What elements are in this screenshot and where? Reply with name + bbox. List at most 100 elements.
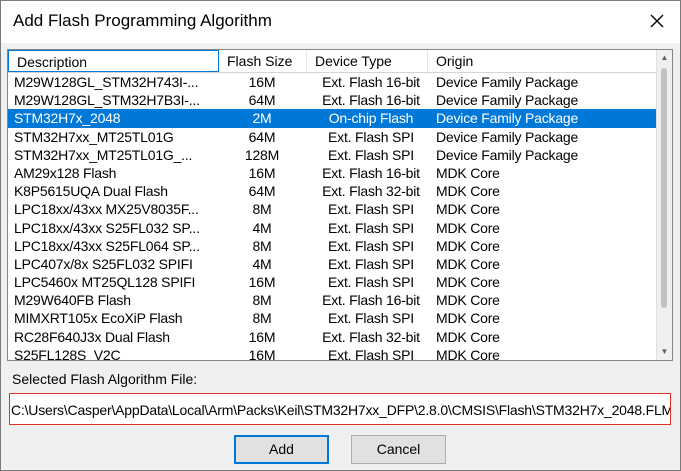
- scroll-down-icon[interactable]: ▼: [657, 344, 672, 360]
- dialog-window: Add Flash Programming Algorithm Descript…: [0, 0, 681, 471]
- cell-flash-size: 64M: [248, 183, 276, 200]
- cell-description: M29W128GL_STM32H7B3I-...: [14, 92, 200, 109]
- cell-flash-size: 16M: [248, 274, 276, 291]
- cell-flash-size: 8M: [252, 201, 272, 218]
- table-row[interactable]: MIMXRT105x EcoXiP Flash 8M Ext. Flash SPI M…: [8, 309, 656, 327]
- scroll-thumb[interactable]: [661, 68, 667, 308]
- cell-origin: MDK Core: [436, 164, 500, 181]
- cell-description: STM32H7x_2048: [14, 110, 121, 127]
- cell-flash-size: 2M: [252, 110, 272, 127]
- cell-device-type: Ext. Flash SPI: [328, 128, 414, 145]
- cell-description: M29W128GL_STM32H743I-...: [14, 74, 199, 90]
- scroll-up-icon[interactable]: ▲: [657, 50, 672, 66]
- cell-device-type: Ext. Flash 16-bit: [322, 92, 420, 109]
- cell-flash-size: 16M: [248, 74, 276, 90]
- cell-origin: MDK Core: [436, 292, 500, 309]
- table-row[interactable]: STM32H7x_2048 2M On-chip Flash Device Famil…: [8, 109, 656, 128]
- vertical-scrollbar[interactable]: ▲ ▼: [656, 50, 672, 360]
- cell-flash-size: 8M: [252, 237, 272, 254]
- cell-origin: Device Family Package: [436, 74, 579, 90]
- cell-flash-size: 16M: [248, 164, 276, 181]
- table-row[interactable]: LPC5460x MT25QL128 SPIFI 16M Ext. Flash SP…: [8, 273, 656, 291]
- cell-origin: MDK Core: [436, 219, 500, 236]
- cell-origin: MDK Core: [436, 255, 500, 272]
- cell-origin: MDK Core: [436, 310, 500, 327]
- cell-description: M29W640FB Flash: [14, 292, 131, 309]
- list-body: M29W128GL_STM32H743I-... 16M Ext. Flash 16…: [8, 73, 656, 360]
- cell-origin: MDK Core: [436, 346, 500, 360]
- cell-flash-size: 4M: [252, 219, 272, 236]
- table-row[interactable]: AM29x128 Flash 16M Ext. Flash 16-bit MDK Co…: [8, 164, 656, 182]
- cell-origin: MDK Core: [436, 201, 500, 218]
- table-row[interactable]: LPC18xx/43xx S25FL064 SP... 8M Ext. Flash …: [8, 237, 656, 255]
- cell-flash-size: 16M: [248, 328, 276, 345]
- table-row[interactable]: S25FL128S_V2C 16M Ext. Flash SPI MDK Core: [8, 346, 656, 360]
- cell-flash-size: 4M: [252, 255, 272, 272]
- cell-origin: Device Family Package: [436, 146, 579, 163]
- cell-origin: Device Family Package: [436, 128, 579, 145]
- close-button[interactable]: [646, 10, 668, 32]
- window-title: Add Flash Programming Algorithm: [13, 11, 272, 30]
- cell-flash-size: 16M: [248, 346, 276, 360]
- table-row[interactable]: M29W128GL_STM32H743I-... 16M Ext. Flash 16…: [8, 73, 656, 91]
- cell-device-type: Ext. Flash 16-bit: [322, 164, 420, 181]
- table-row[interactable]: K8P5615UQA Dual Flash 64M Ext. Flash 32-bi…: [8, 182, 656, 200]
- cell-description: LPC18xx/43xx MX25V8035F...: [14, 201, 199, 218]
- table-row[interactable]: M29W640FB Flash 8M Ext. Flash 16-bit MDK Co…: [8, 291, 656, 309]
- flash-algorithm-list[interactable]: Description Flash Size Device Type Origi…: [7, 49, 673, 361]
- cell-origin: MDK Core: [436, 237, 500, 254]
- cell-device-type: Ext. Flash SPI: [328, 219, 414, 236]
- cell-device-type: Ext. Flash 16-bit: [322, 74, 420, 90]
- column-header-description[interactable]: Description: [8, 50, 219, 72]
- cell-flash-size: 64M: [248, 128, 276, 145]
- selected-file-label: Selected Flash Algorithm File:: [12, 371, 198, 387]
- selected-file-field[interactable]: [9, 393, 671, 425]
- list-header: Description Flash Size Device Type Origi…: [8, 50, 656, 73]
- table-row[interactable]: LPC18xx/43xx S25FL032 SP... 4M Ext. Flash …: [8, 219, 656, 237]
- cell-origin: MDK Core: [436, 183, 500, 200]
- cell-description: AM29x128 Flash: [14, 164, 117, 181]
- cell-device-type: Ext. Flash SPI: [328, 346, 414, 360]
- add-button[interactable]: Add: [234, 435, 329, 464]
- cell-device-type: On-chip Flash: [328, 110, 414, 127]
- cell-description: K8P5615UQA Dual Flash: [14, 183, 168, 200]
- column-header-flash-size[interactable]: Flash Size: [219, 50, 307, 72]
- cell-description: LPC5460x MT25QL128 SPIFI: [14, 274, 196, 291]
- title-bar: Add Flash Programming Algorithm: [1, 1, 680, 43]
- cell-description: S25FL128S_V2C: [14, 346, 121, 360]
- cell-description: LPC407x/8x S25FL032 SPIFI: [14, 255, 193, 272]
- selected-file-input[interactable]: [11, 400, 670, 420]
- table-row[interactable]: STM32H7xx_MT25TL01G_... 128M Ext. Flash SP…: [8, 146, 656, 164]
- table-row[interactable]: LPC18xx/43xx MX25V8035F... 8M Ext. Flash S…: [8, 200, 656, 218]
- cell-description: LPC18xx/43xx S25FL032 SP...: [14, 219, 200, 236]
- cell-origin: MDK Core: [436, 274, 500, 291]
- cell-device-type: Ext. Flash SPI: [328, 255, 414, 272]
- cancel-button[interactable]: Cancel: [351, 435, 446, 464]
- column-header-origin[interactable]: Origin: [428, 50, 656, 72]
- cell-device-type: Ext. Flash 32-bit: [322, 183, 420, 200]
- cell-flash-size: 128M: [244, 146, 280, 163]
- cell-flash-size: 8M: [252, 292, 272, 309]
- cell-description: STM32H7xx_MT25TL01G_...: [14, 146, 193, 163]
- cell-device-type: Ext. Flash SPI: [328, 237, 414, 254]
- cell-description: MIMXRT105x EcoXiP Flash: [14, 310, 183, 327]
- cell-device-type: Ext. Flash SPI: [328, 146, 414, 163]
- table-row[interactable]: STM32H7xx_MT25TL01G 64M Ext. Flash SPI Devi…: [8, 128, 656, 146]
- cell-device-type: Ext. Flash 32-bit: [322, 328, 420, 345]
- close-icon: [650, 14, 664, 28]
- cell-description: STM32H7xx_MT25TL01G: [14, 128, 174, 145]
- cell-description: LPC18xx/43xx S25FL064 SP...: [14, 237, 200, 254]
- cell-origin: Device Family Package: [436, 92, 579, 109]
- cell-description: RC28F640J3x Dual Flash: [14, 328, 170, 345]
- cell-flash-size: 64M: [248, 92, 276, 109]
- cell-flash-size: 8M: [252, 310, 272, 327]
- cell-device-type: Ext. Flash SPI: [328, 310, 414, 327]
- table-row[interactable]: RC28F640J3x Dual Flash 16M Ext. Flash 32-b…: [8, 328, 656, 346]
- cell-device-type: Ext. Flash 16-bit: [322, 292, 420, 309]
- cell-origin: Device Family Package: [436, 110, 579, 127]
- column-header-device-type[interactable]: Device Type: [307, 50, 428, 72]
- cell-device-type: Ext. Flash SPI: [328, 201, 414, 218]
- table-row[interactable]: M29W128GL_STM32H7B3I-... 64M Ext. Flash 16…: [8, 91, 656, 109]
- cell-device-type: Ext. Flash SPI: [328, 274, 414, 291]
- table-row[interactable]: LPC407x/8x S25FL032 SPIFI 4M Ext. Flash SP…: [8, 255, 656, 273]
